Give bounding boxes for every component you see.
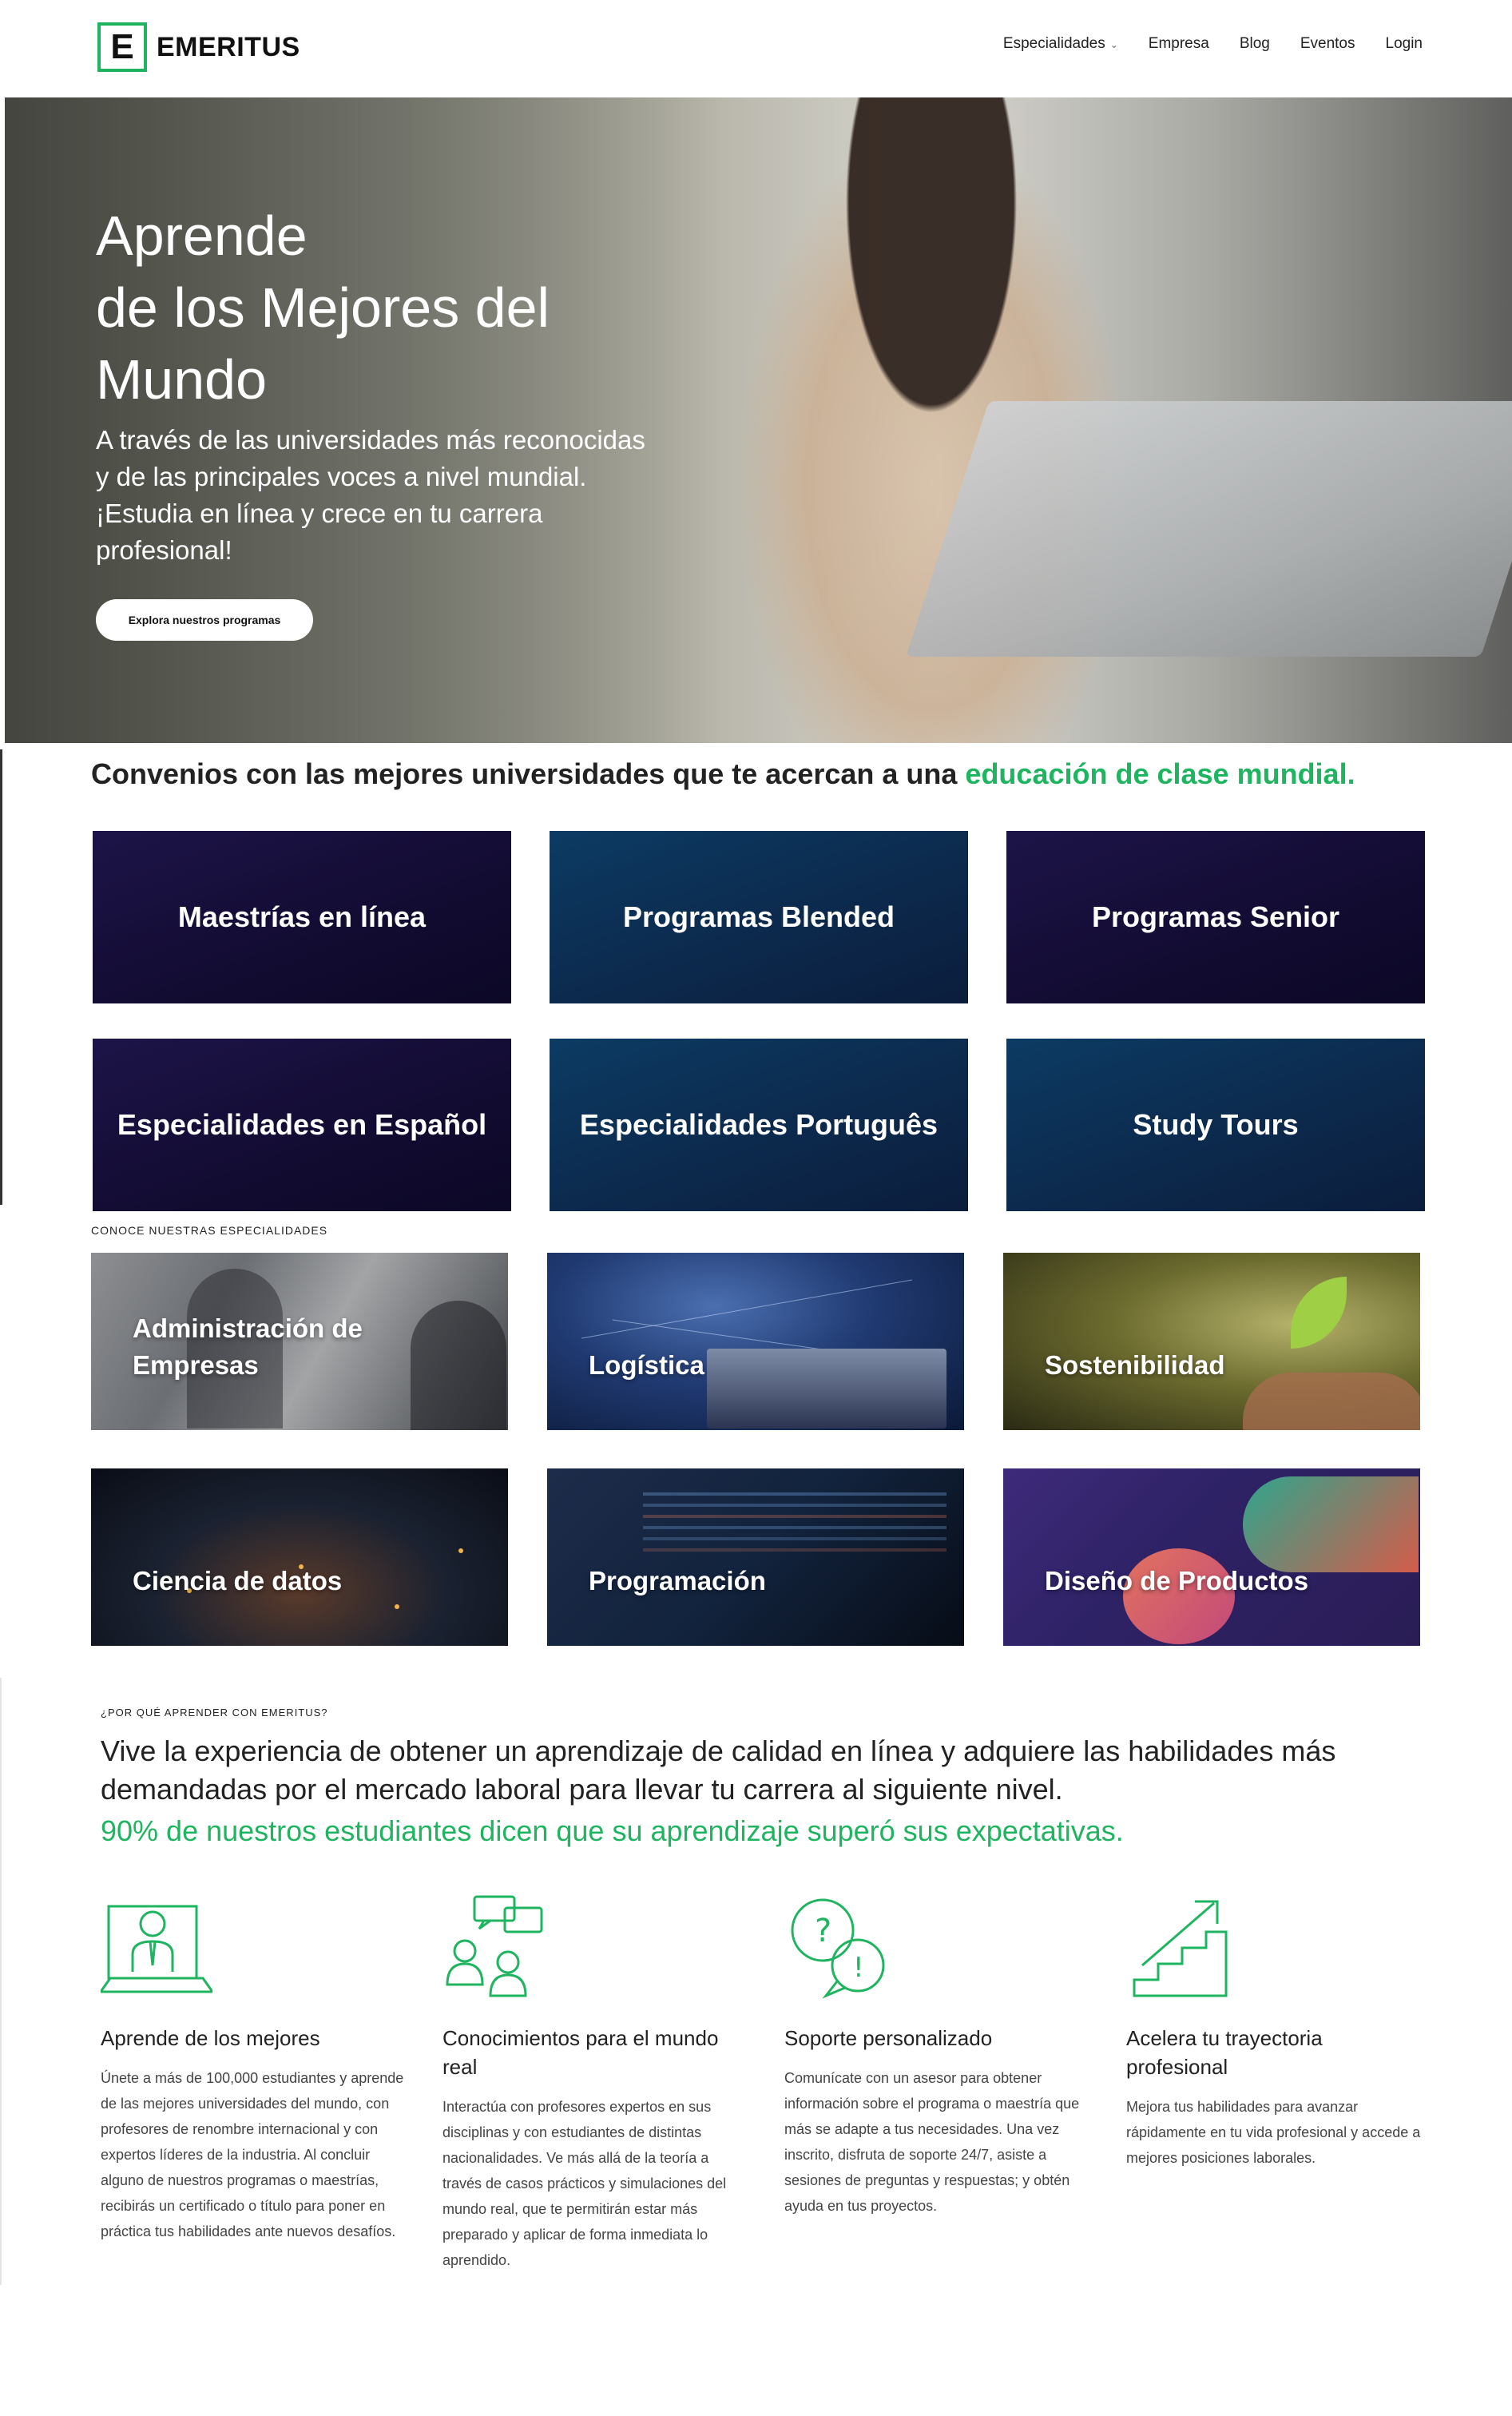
data-light: [458, 1548, 463, 1553]
why-section-label: ¿POR QUÉ APRENDER CON EMERITUS?: [101, 1707, 328, 1719]
specialty-tile-programacion[interactable]: Programación: [547, 1468, 964, 1646]
data-light: [395, 1604, 399, 1609]
feature-conocimientos: Conocimientos para el mundo real Interac…: [442, 1892, 746, 2273]
nav-label: Especialidades: [1002, 35, 1105, 52]
explore-programs-button[interactable]: Explora nuestros programas: [96, 599, 313, 641]
feature-title: Soporte personalizado: [784, 2026, 993, 2050]
nav-blog[interactable]: Blog: [1240, 35, 1270, 53]
logo-wordmark: EMERITUS: [157, 31, 300, 62]
hero-title-line: de los Mejores del: [96, 276, 550, 339]
site-header: E EMERITUS Especialidades ⌄ Empresa Blog …: [0, 0, 1512, 97]
feature-title: Acelera tu trayectoria profesional: [1126, 2026, 1323, 2079]
specialty-label: Administración de Empresas: [133, 1313, 363, 1380]
svg-text:?: ?: [815, 1913, 831, 1949]
specialty-tile-administracion[interactable]: Administración de Empresas: [91, 1253, 508, 1430]
nav-empresa[interactable]: Empresa: [1149, 35, 1209, 53]
network-line: [581, 1279, 912, 1339]
convenios-accent: educación de clase mundial.: [965, 757, 1355, 790]
hero-title-line: Mundo: [96, 348, 268, 411]
specialty-label: Diseño de Productos: [1045, 1566, 1309, 1595]
left-divider: [0, 1678, 2, 2285]
convenios-text: Convenios con las mejores universidades …: [91, 757, 966, 790]
logo-mark: E: [97, 22, 147, 72]
feature-aprende: Aprende de los mejores Únete a más de 10…: [98, 1892, 404, 2244]
specialty-tile-diseno-productos[interactable]: Diseño de Productos: [1003, 1468, 1420, 1646]
people-chat-icon: [446, 1895, 543, 1997]
feature-soporte: ? ! Soporte personalizado Comunícate con…: [784, 1892, 1088, 2219]
logo-letter: E: [110, 27, 134, 66]
nav-login[interactable]: Login: [1386, 35, 1423, 53]
code-lines: [643, 1492, 946, 1496]
feature-body: Comunícate con un asesor para obtener in…: [784, 2070, 1080, 2214]
specialty-tile-logistica[interactable]: Logística: [547, 1253, 964, 1430]
convenios-heading: Convenios con las mejores universidades …: [91, 757, 1355, 791]
photo-person: [411, 1301, 506, 1430]
hero-title: Aprende de los Mejores del Mundo: [96, 200, 703, 415]
feature-acelera: Acelera tu trayectoria profesional Mejor…: [1126, 1892, 1430, 2171]
chevron-down-icon: ⌄: [1109, 39, 1118, 50]
specialty-label: Ciencia de datos: [133, 1566, 343, 1595]
program-tile-espanol[interactable]: Especialidades en Español: [93, 1039, 511, 1211]
hero-banner: Aprende de los Mejores del Mundo A travé…: [5, 97, 1512, 743]
hero-background: [5, 97, 724, 743]
nav-especialidades[interactable]: Especialidades ⌄: [1003, 35, 1118, 53]
specialties-section-label: CONOCE NUESTRAS ESPECIALIDADES: [91, 1224, 328, 1237]
feature-body: Únete a más de 100,000 estudiantes y apr…: [101, 2070, 404, 2239]
why-heading: Vive la experiencia de obtener un aprend…: [101, 1735, 1336, 1806]
nav-eventos[interactable]: Eventos: [1300, 35, 1355, 53]
program-tile-senior[interactable]: Programas Senior: [1006, 831, 1425, 1003]
teacher-screen-icon: [98, 1905, 215, 1993]
decor-shape: [1243, 1476, 1419, 1572]
specialty-tile-ciencia-datos[interactable]: Ciencia de datos: [91, 1468, 508, 1646]
program-tile-study-tours[interactable]: Study Tours: [1006, 1039, 1425, 1211]
why-highlight: 90% de nuestros estudiantes dicen que su…: [101, 1814, 1124, 1847]
feature-title: Conocimientos para el mundo real: [442, 2026, 719, 2079]
program-tile-portugues[interactable]: Especialidades Português: [550, 1039, 968, 1211]
hero-photo-laptop: [906, 401, 1512, 657]
stairs-arrow-icon: [1133, 1900, 1228, 1997]
feature-body: Interactúa con profesores expertos en su…: [442, 2099, 727, 2268]
program-tile-blended[interactable]: Programas Blended: [550, 831, 968, 1003]
specialty-label: Programación: [589, 1566, 766, 1595]
question-bubbles-icon: ? !: [791, 1898, 885, 1999]
photo-truck: [707, 1349, 946, 1429]
svg-text:!: !: [853, 1952, 864, 1984]
feature-body: Mejora tus habilidades para avanzar rápi…: [1126, 2099, 1421, 2166]
specialty-tile-sostenibilidad[interactable]: Sostenibilidad: [1003, 1253, 1420, 1430]
photo-hand: [1243, 1373, 1420, 1430]
program-tile-maestrias[interactable]: Maestrías en línea: [93, 831, 511, 1003]
hero-subtitle: A través de las universidades más recono…: [96, 425, 645, 565]
specialty-label: Logística: [589, 1350, 704, 1380]
feature-title: Aprende de los mejores: [101, 2026, 320, 2050]
hero-title-line: Aprende: [96, 205, 308, 267]
specialty-label: Sostenibilidad: [1045, 1350, 1225, 1380]
left-divider: [0, 749, 2, 1205]
emeritus-logo[interactable]: E EMERITUS: [97, 22, 300, 72]
main-nav: Especialidades ⌄ Empresa Blog Eventos Log…: [1003, 35, 1423, 53]
photo-sprout-leaf: [1291, 1277, 1347, 1349]
